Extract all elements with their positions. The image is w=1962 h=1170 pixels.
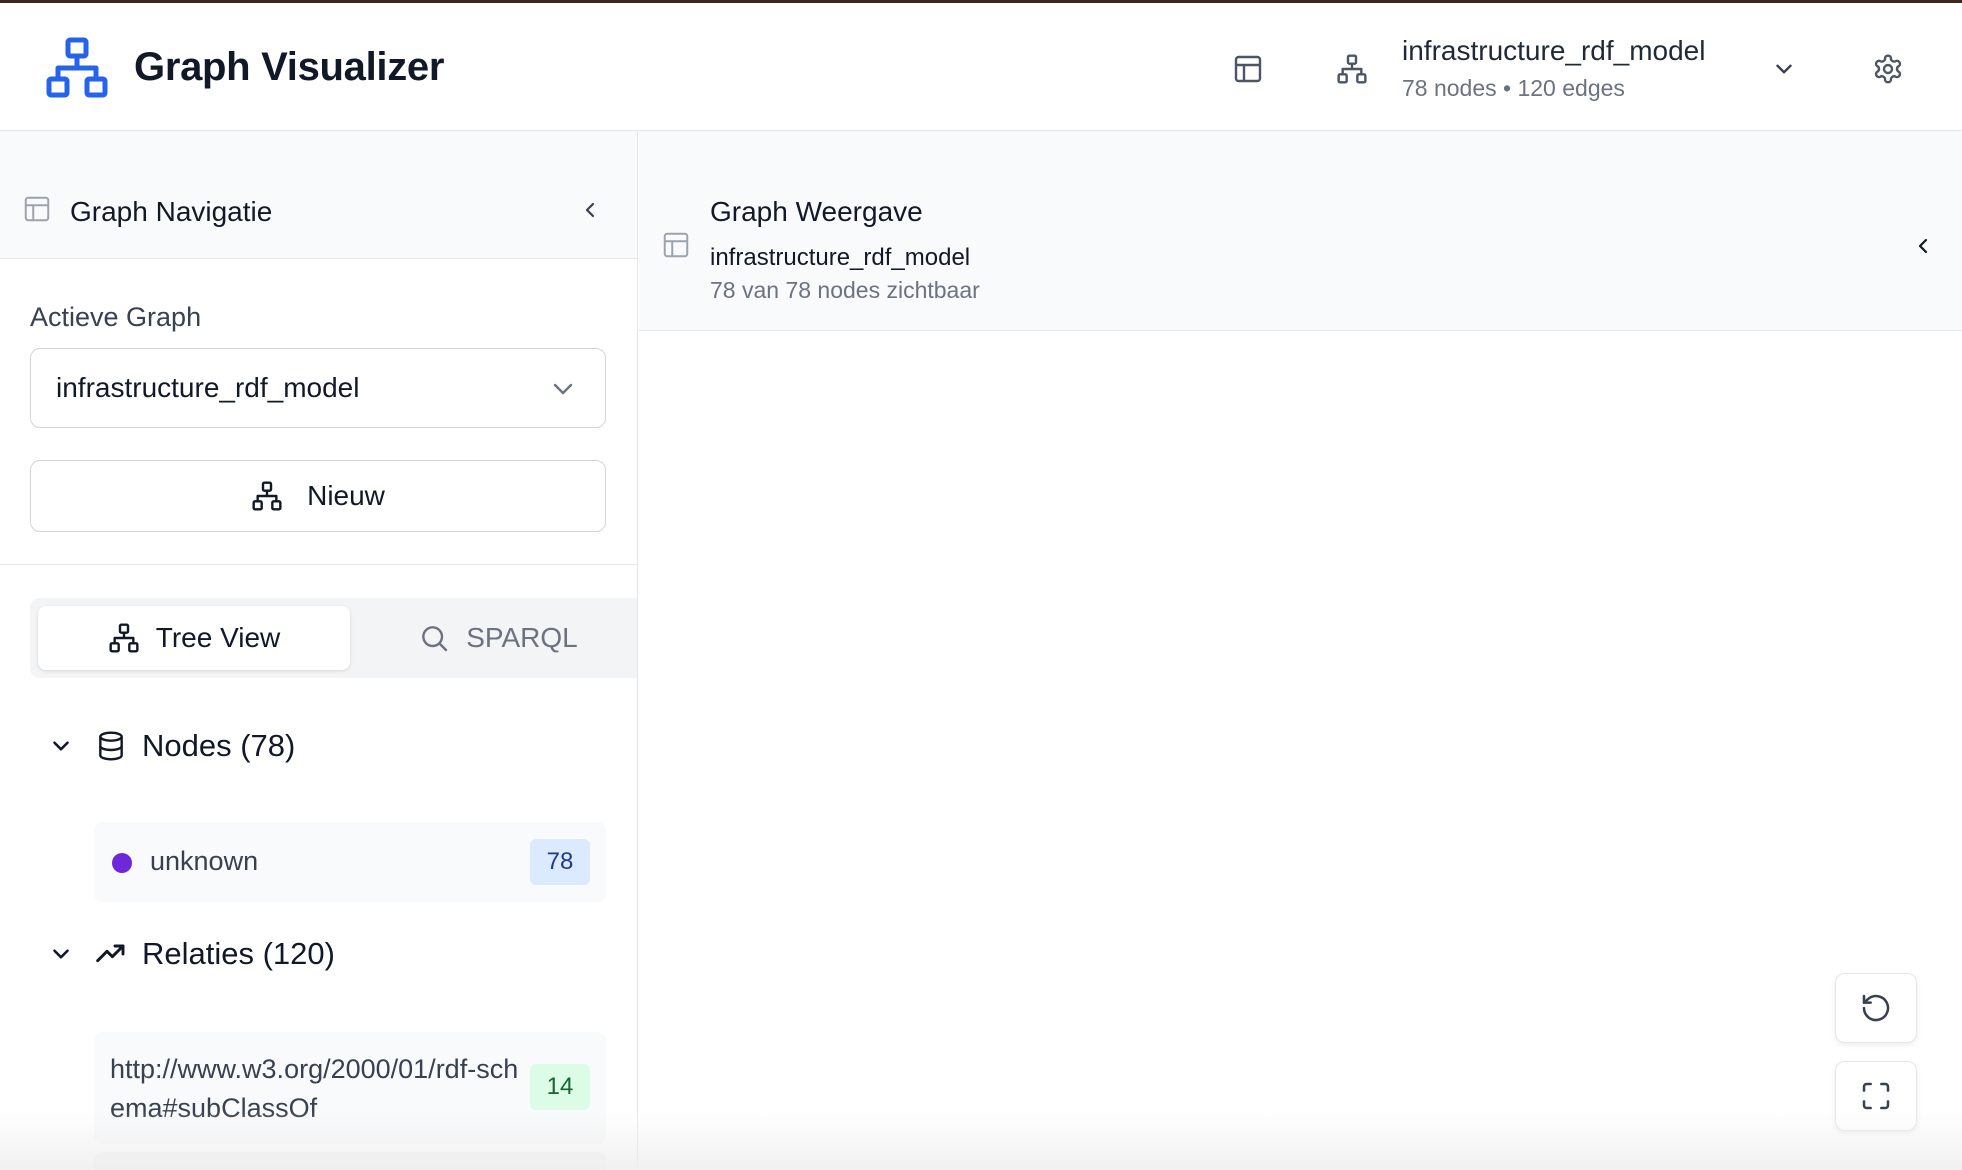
list-item[interactable]: [94, 1152, 606, 1170]
layout-panel-icon: [22, 194, 54, 226]
header-graph-stats: 78 nodes • 120 edges: [1402, 75, 1625, 101]
network-icon: [108, 622, 140, 654]
graph-logo-icon: [46, 37, 108, 99]
graph-view-title: Graph Weergave: [710, 196, 923, 227]
sidebar-header: Graph Navigatie: [0, 132, 637, 259]
active-graph-select[interactable]: infrastructure_rdf_model: [30, 348, 606, 428]
node-type-label: unknown: [150, 846, 259, 876]
active-graph-value: infrastructure_rdf_model: [56, 372, 360, 403]
list-item[interactable]: http://www.w3.org/2000/01/rdf-schema#sub…: [94, 1032, 606, 1144]
divider: [0, 564, 637, 565]
nodes-section-title: Nodes (78): [142, 728, 296, 763]
layout-toggle-button[interactable]: [1228, 49, 1268, 89]
app-title: Graph Visualizer: [134, 45, 445, 89]
network-icon: [1332, 49, 1372, 89]
visible-nodes-count: 78 van 78 nodes zichtbaar: [710, 277, 980, 303]
tab-tree-view[interactable]: Tree View: [38, 606, 350, 670]
chevron-down-icon: [44, 937, 78, 971]
fullscreen-icon: [1862, 1082, 1890, 1110]
gear-icon: [1874, 54, 1902, 84]
trending-up-icon: [94, 937, 128, 971]
relations-section-title: Relaties (120): [142, 936, 335, 971]
chevron-left-icon: [1918, 238, 1928, 254]
tab-tree-view-label: Tree View: [155, 622, 281, 653]
collapse-sidebar-button[interactable]: [572, 192, 608, 228]
list-item[interactable]: unknown 78: [94, 822, 606, 902]
collapse-panel-button[interactable]: [1905, 228, 1941, 264]
nodes-section-header[interactable]: Nodes (78): [44, 722, 295, 770]
header-graph-name[interactable]: infrastructure_rdf_model: [1402, 35, 1705, 67]
network-icon: [251, 480, 283, 512]
count-badge: 14: [530, 1064, 590, 1110]
database-icon: [94, 729, 128, 763]
tab-sparql-label: SPARQL: [466, 622, 578, 653]
fit-view-button[interactable]: [1835, 1061, 1917, 1131]
sidebar: Graph Navigatie Actieve Graph infrastruc…: [0, 132, 638, 1170]
relation-label: http://www.w3.org/2000/01/rdf-schema#sub…: [110, 1054, 519, 1123]
layout-panel-icon: [661, 230, 693, 262]
reset-view-button[interactable]: [1835, 973, 1917, 1043]
chevron-down-icon: [44, 729, 78, 763]
graph-view-graph-name: infrastructure_rdf_model: [710, 244, 971, 271]
rotate-ccw-icon: [1862, 994, 1890, 1022]
search-icon: [418, 622, 450, 654]
settings-button[interactable]: [1866, 47, 1910, 91]
active-graph-label: Actieve Graph: [30, 302, 202, 332]
chevron-down-icon: [547, 373, 579, 405]
view-tabs: Tree View SPARQL: [30, 598, 637, 678]
graph-view-header: Graph Weergave infrastructure_rdf_model …: [639, 132, 1962, 331]
graph-canvas[interactable]: [639, 332, 1962, 1170]
app-header: Graph Visualizer infrastructure_rdf_mode…: [0, 3, 1962, 131]
tab-sparql[interactable]: SPARQL: [358, 606, 637, 670]
new-graph-button[interactable]: Nieuw: [30, 460, 606, 532]
graph-switcher-button[interactable]: [1764, 49, 1804, 89]
new-graph-label: Nieuw: [307, 480, 385, 511]
sidebar-title: Graph Navigatie: [70, 196, 273, 227]
node-type-color-dot: [112, 853, 132, 873]
relations-section-header[interactable]: Relaties (120): [44, 930, 335, 978]
chevron-left-icon: [585, 202, 595, 218]
count-badge: 78: [530, 839, 590, 885]
layout-panel-icon: [1234, 55, 1262, 83]
chevron-down-icon: [1776, 64, 1792, 74]
